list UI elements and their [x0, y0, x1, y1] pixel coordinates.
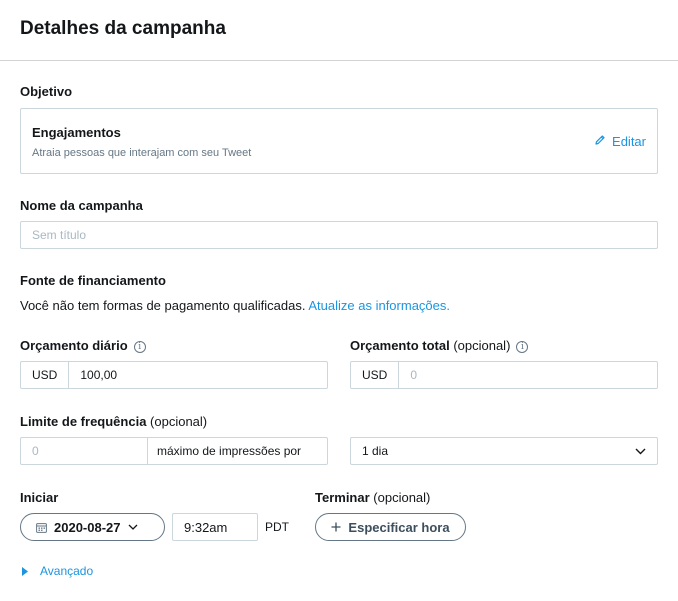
- objective-card: Engajamentos Atraia pessoas que interaja…: [20, 108, 658, 174]
- timezone-label: PDT: [265, 520, 289, 534]
- frequency-cap-label-text: Limite de frequência: [20, 414, 147, 429]
- daily-budget-input[interactable]: USD 100,00: [20, 361, 328, 389]
- funding-message-text: Você não tem formas de pagamento qualifi…: [20, 298, 306, 313]
- total-budget-label-text: Orçamento total: [350, 338, 450, 353]
- total-budget-currency: USD: [351, 362, 400, 388]
- end-label-text: Terminar: [315, 490, 370, 505]
- edit-objective-button[interactable]: Editar: [594, 134, 646, 149]
- total-budget-optional: (opcional): [453, 338, 511, 353]
- campaign-name-placeholder: Sem título: [32, 228, 87, 242]
- info-icon[interactable]: i: [133, 341, 146, 353]
- daily-budget-label-text: Orçamento diário: [20, 338, 128, 353]
- funding-message: Você não tem formas de pagamento qualifi…: [20, 298, 450, 313]
- total-budget-placeholder: 0: [410, 368, 418, 382]
- objective-label: Objetivo: [20, 84, 73, 99]
- frequency-period-value: 1 dia: [362, 444, 389, 458]
- pencil-icon: [594, 134, 606, 149]
- frequency-cap-optional: (opcional): [150, 414, 208, 429]
- end-label: Terminar (opcional): [315, 490, 430, 505]
- specify-end-time-label: Especificar hora: [348, 519, 450, 535]
- start-date-value: 2020-08-27: [54, 519, 121, 535]
- frequency-cap-suffix: máximo de impressões por: [157, 444, 302, 458]
- frequency-cap-label: Limite de frequência (opcional): [20, 414, 207, 429]
- specify-end-time-button[interactable]: Especificar hora: [315, 513, 466, 541]
- chevron-down-icon: [128, 524, 138, 530]
- daily-budget-label: Orçamento diário i: [20, 338, 146, 353]
- objective-description: Atraia pessoas que interajam com seu Twe…: [32, 147, 252, 159]
- update-info-link[interactable]: Atualize as informações.: [308, 298, 450, 313]
- funding-label: Fonte de financiamento: [20, 273, 166, 288]
- total-budget-label: Orçamento total (opcional) i: [350, 338, 529, 353]
- caret-right-icon: [22, 566, 28, 576]
- edit-label: Editar: [612, 134, 646, 149]
- info-icon[interactable]: i: [516, 341, 529, 353]
- objective-title: Engajamentos: [32, 125, 121, 140]
- start-time-value: 9:32am: [184, 519, 228, 535]
- frequency-cap-input[interactable]: 0 máximo de impressões por: [20, 437, 328, 465]
- frequency-period-select[interactable]: 1 dia: [350, 437, 658, 465]
- calendar-icon: [36, 522, 47, 533]
- page-header: Detalhes da campanha: [0, 0, 678, 61]
- total-budget-input[interactable]: USD 0: [350, 361, 658, 389]
- advanced-label: Avançado: [40, 564, 94, 578]
- end-optional: (opcional): [373, 490, 431, 505]
- daily-budget-currency: USD: [21, 362, 70, 388]
- plus-icon: [331, 522, 341, 532]
- advanced-toggle[interactable]: Avançado: [22, 564, 93, 578]
- campaign-name-input[interactable]: Sem título: [20, 221, 658, 249]
- campaign-name-label: Nome da campanha: [20, 198, 143, 213]
- frequency-cap-placeholder: 0: [21, 438, 148, 464]
- daily-budget-value: 100,00: [80, 368, 118, 382]
- page-title: Detalhes da campanha: [20, 18, 226, 39]
- start-date-picker[interactable]: 2020-08-27: [20, 513, 165, 541]
- chevron-down-icon: [635, 444, 646, 458]
- start-label: Iniciar: [20, 490, 59, 505]
- start-time-input[interactable]: 9:32am: [172, 513, 258, 541]
